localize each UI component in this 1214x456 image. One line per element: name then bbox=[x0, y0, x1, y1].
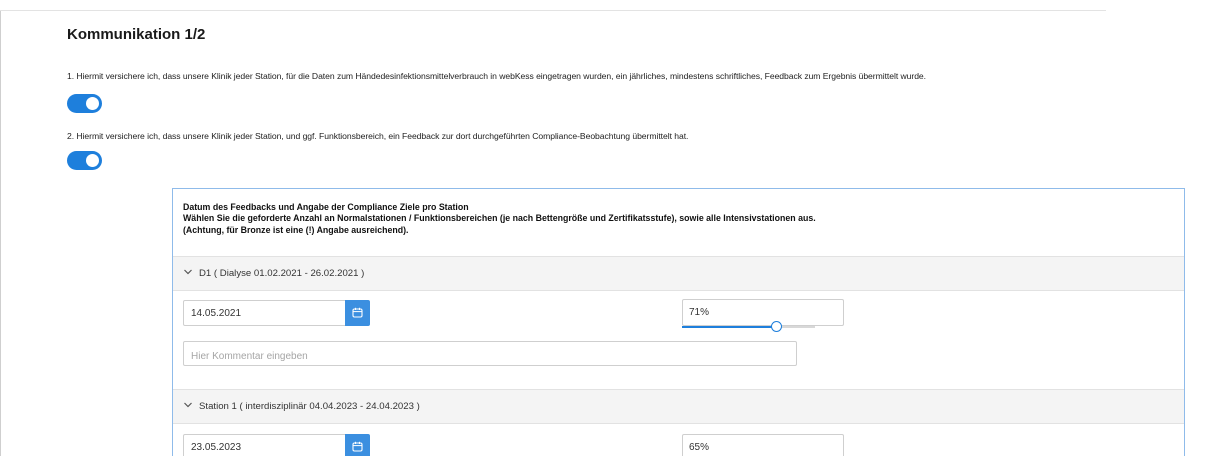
panel-intro: Datum des Feedbacks und Angabe der Compl… bbox=[183, 202, 816, 236]
section-header-label: D1 ( Dialyse 01.02.2021 - 26.02.2021 ) bbox=[199, 268, 365, 279]
slider-fill bbox=[682, 326, 776, 328]
section-header-label: Station 1 ( interdisziplinär 04.04.2023 … bbox=[199, 401, 420, 412]
compliance-slider[interactable] bbox=[682, 321, 815, 332]
panel-intro-line-2: Wählen Sie die geforderte Anzahl an Norm… bbox=[183, 213, 816, 224]
chevron-down-icon bbox=[184, 269, 192, 275]
question-1-toggle[interactable] bbox=[67, 94, 102, 113]
feedback-date-input[interactable]: 23.05.2023 bbox=[183, 434, 346, 456]
calendar-button[interactable] bbox=[345, 300, 370, 326]
toggle-knob bbox=[86, 154, 99, 167]
section-header-station-1[interactable]: Station 1 ( interdisziplinär 04.04.2023 … bbox=[173, 389, 1184, 424]
compliance-percent-input[interactable]: 65% bbox=[682, 434, 844, 456]
question-2-toggle[interactable] bbox=[67, 151, 102, 170]
section-header-d1[interactable]: D1 ( Dialyse 01.02.2021 - 26.02.2021 ) bbox=[173, 256, 1184, 291]
calendar-icon bbox=[352, 307, 363, 318]
question-1-text: 1. Hiermit versichere ich, dass unsere K… bbox=[67, 71, 927, 81]
panel-intro-line-3: (Achtung, für Bronze ist eine (!) Angabe… bbox=[183, 224, 409, 235]
panel-intro-line-1: Datum des Feedbacks und Angabe der Compl… bbox=[183, 202, 469, 212]
feedback-date-input[interactable]: 14.05.2021 bbox=[183, 300, 346, 326]
toggle-knob bbox=[86, 97, 99, 110]
chevron-down-icon bbox=[184, 402, 192, 408]
question-2-text: 2. Hiermit versichere ich, dass unsere K… bbox=[67, 131, 689, 141]
calendar-button[interactable] bbox=[345, 434, 370, 456]
page-title: Kommunikation 1/2 bbox=[67, 26, 206, 43]
calendar-icon bbox=[352, 441, 363, 452]
comment-input[interactable] bbox=[183, 341, 797, 366]
slider-thumb[interactable] bbox=[771, 321, 782, 332]
window-top-border bbox=[0, 10, 1106, 11]
window-left-border bbox=[0, 10, 1, 456]
